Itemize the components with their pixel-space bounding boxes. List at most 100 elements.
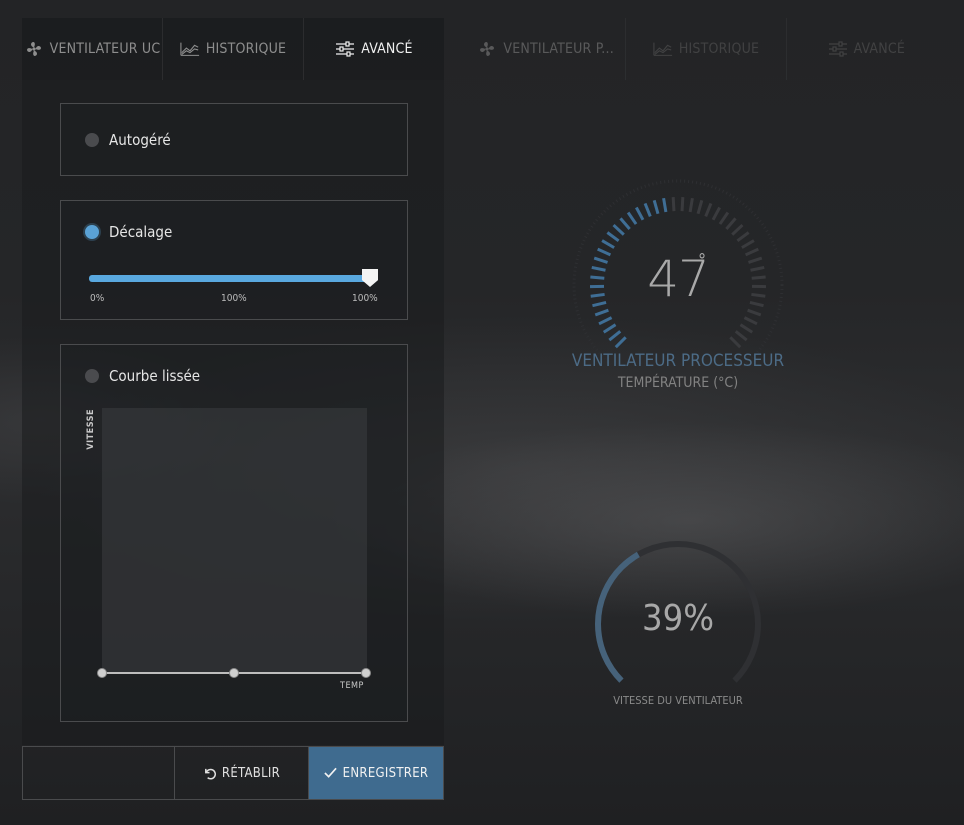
offset-slider-track[interactable] xyxy=(89,275,372,282)
gauge-title: Ventilateur processeur xyxy=(571,351,785,371)
offset-slider-handle[interactable] xyxy=(362,269,378,287)
mode-curve-label: Courbe lissée xyxy=(109,367,201,385)
mode-card-curve: Courbe lissée VITESSE TEMP xyxy=(60,344,408,722)
gauge-tick xyxy=(704,202,713,217)
gauge-tick xyxy=(590,292,605,298)
gauge-tick xyxy=(743,316,758,326)
gauge-tick xyxy=(744,247,759,257)
check-icon xyxy=(323,767,337,778)
curve-point[interactable] xyxy=(361,668,371,678)
gauge-tick xyxy=(598,316,613,326)
gauge-tick xyxy=(643,202,652,217)
gauge-tick xyxy=(749,300,764,308)
right-tab-bar: Ventilateur P... Historique Avancé xyxy=(466,18,946,80)
gauge-tick xyxy=(594,308,609,317)
slider-tick-mid: 100% xyxy=(221,293,247,304)
gauge-tick xyxy=(601,239,615,249)
mode-offset-option[interactable]: Décalage xyxy=(85,223,172,241)
fan-speed-value: 39% xyxy=(642,598,714,639)
curve-y-axis-label: VITESSE xyxy=(86,409,96,450)
save-button-label: Enregistrer xyxy=(342,765,429,781)
sliders-icon xyxy=(828,41,847,57)
gauge-tick xyxy=(725,217,737,230)
gauge-tick xyxy=(748,256,763,264)
gauge-tick xyxy=(614,336,627,349)
tab-advanced[interactable]: Avancé xyxy=(304,18,444,80)
temperature-value: 47 xyxy=(647,250,710,308)
gauge-tick xyxy=(688,197,694,213)
mode-auto-radio[interactable] xyxy=(85,133,99,147)
gauge-tick xyxy=(612,223,625,236)
tab-cpu-fan[interactable]: Ventilateur UC xyxy=(22,18,163,80)
gauge-tick xyxy=(591,265,606,272)
mode-auto-label: Autogéré xyxy=(109,131,171,149)
reset-button-label: Rétablir xyxy=(221,765,281,781)
gauge-tick xyxy=(635,206,645,221)
gauge-tick xyxy=(652,199,660,215)
left-tab-bar: Ventilateur UC Historique Avancé xyxy=(22,18,444,80)
gauge-tick xyxy=(750,265,765,272)
gauge-tick xyxy=(602,323,617,334)
tab-history[interactable]: Historique xyxy=(163,18,304,80)
curve-x-axis-label: TEMP xyxy=(340,681,364,691)
sliders-icon xyxy=(336,41,355,57)
curve-editor-area[interactable] xyxy=(102,408,367,673)
mode-auto-option[interactable]: Autogéré xyxy=(85,131,171,149)
tab-history-secondary[interactable]: Historique xyxy=(626,18,787,80)
gauge-tick xyxy=(680,197,685,212)
tab-label: Historique xyxy=(678,41,760,57)
gauge-tick xyxy=(729,336,742,349)
mode-curve-radio[interactable] xyxy=(85,369,99,383)
gauge-tick xyxy=(751,292,766,298)
mode-card-auto: Autogéré xyxy=(60,103,408,176)
gauge-subtitle: Température (°C) xyxy=(617,375,739,391)
tab-label: Historique xyxy=(205,41,287,57)
action-bar: Rétablir Enregistrer xyxy=(22,746,444,800)
mode-card-offset: Décalage 0% 100% 100% xyxy=(60,200,408,320)
gauge-tick xyxy=(747,308,762,317)
fan-icon xyxy=(480,42,495,56)
tab-label: Avancé xyxy=(853,41,906,57)
tab-processor-fan[interactable]: Ventilateur P... xyxy=(466,18,627,80)
gauge-tick xyxy=(711,206,721,221)
advanced-settings-panel: Autogéré Décalage 0% 100% 100% Courbe li… xyxy=(22,80,444,745)
slider-tick-max: 100% xyxy=(352,293,378,304)
chart-area-icon xyxy=(180,42,199,56)
gauge-tick xyxy=(597,247,612,257)
tab-label: Ventilateur UC xyxy=(49,41,161,57)
gauge-tick xyxy=(696,199,704,215)
gauge-tick xyxy=(593,256,608,264)
gauge-tick xyxy=(590,275,605,280)
tab-label: Ventilateur P... xyxy=(503,41,614,57)
curve-point[interactable] xyxy=(229,668,239,678)
gauge-tick xyxy=(731,223,744,236)
undo-icon xyxy=(204,768,216,779)
chart-area-icon xyxy=(653,42,672,56)
curve-point[interactable] xyxy=(97,668,107,678)
action-bar-spacer xyxy=(23,747,175,799)
fan-speed-label: Vitesse du ventilateur xyxy=(613,694,743,707)
gauge-tick xyxy=(739,323,754,334)
gauge-tick xyxy=(671,197,676,212)
gauge-tick xyxy=(619,217,631,230)
gauge-tick xyxy=(741,239,755,249)
degree-symbol: ° xyxy=(698,250,707,271)
slider-tick-min: 0% xyxy=(90,293,105,304)
mode-offset-radio[interactable] xyxy=(85,225,99,239)
tab-label: Avancé xyxy=(361,41,413,57)
mode-offset-label: Décalage xyxy=(109,223,173,241)
save-button[interactable]: Enregistrer xyxy=(309,747,443,799)
gauge-tick xyxy=(626,211,638,225)
gauge-tick xyxy=(592,300,607,308)
gauge-tick xyxy=(606,231,620,243)
gauge-tick xyxy=(734,330,748,342)
gauge-tick xyxy=(608,330,622,342)
gauge-tick xyxy=(751,275,766,280)
gauge-tick xyxy=(736,231,750,243)
mode-curve-option[interactable]: Courbe lissée xyxy=(85,367,200,385)
gauge-tick xyxy=(662,197,668,213)
tab-advanced-secondary[interactable]: Avancé xyxy=(787,18,946,80)
reset-button[interactable]: Rétablir xyxy=(175,747,309,799)
fan-icon xyxy=(26,42,41,56)
gauge-tick xyxy=(718,211,730,225)
